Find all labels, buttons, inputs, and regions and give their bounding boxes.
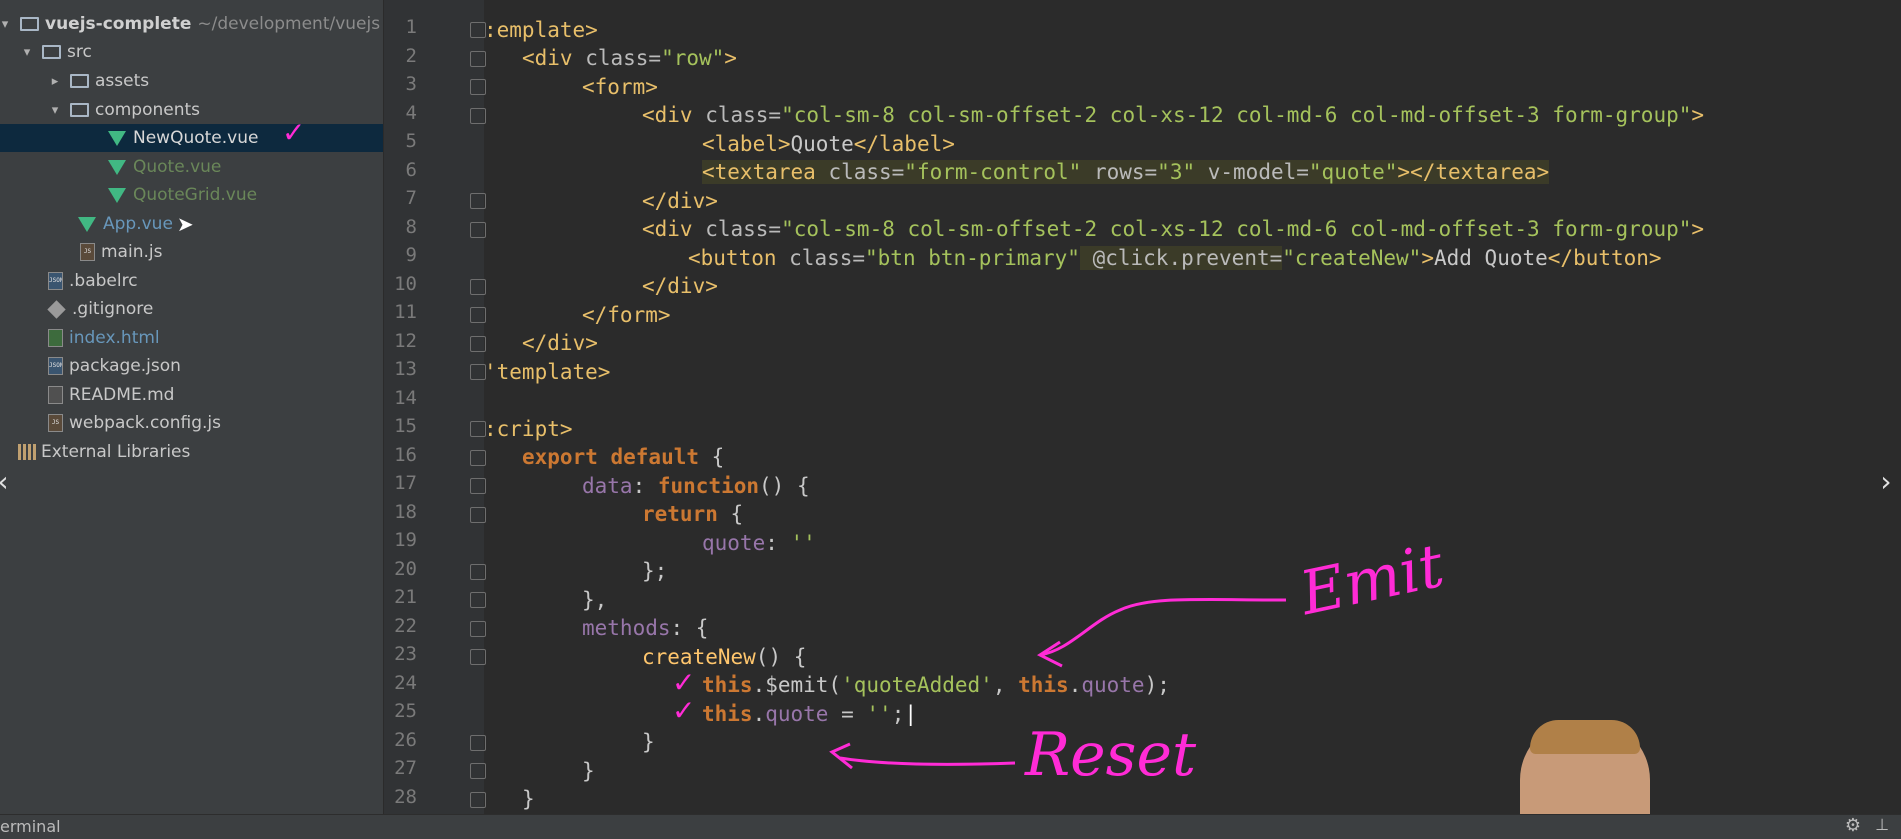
status-bar: erminal ⚙ ⊥ [0,814,1901,839]
check-mark-icon: ✓ [672,694,696,727]
emit-arrow-icon [1039,597,1287,657]
terminal-tab[interactable]: erminal [0,817,61,836]
reset-annotation: Reset [1025,720,1197,790]
webcam-hair [1530,720,1640,754]
reset-arrowhead-icon [829,742,853,770]
reset-arrow-icon [839,756,1016,766]
hide-panel-icon[interactable]: ⊥ [1875,815,1889,834]
check-mark-icon: ✓ [282,116,306,149]
gear-icon[interactable]: ⚙ [1845,815,1861,836]
emit-arrowhead-icon [1036,640,1063,668]
